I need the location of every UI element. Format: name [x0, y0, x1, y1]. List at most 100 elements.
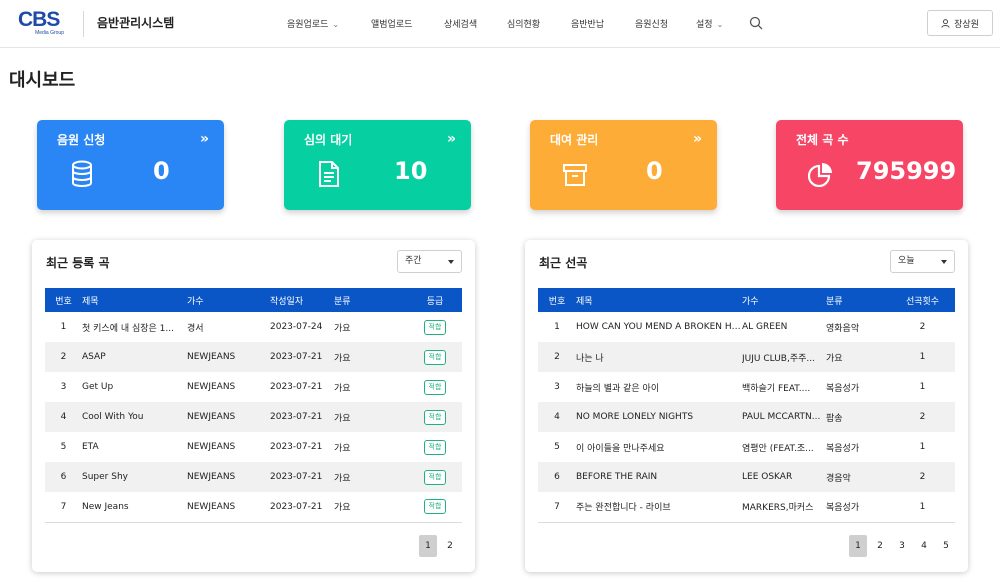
period-select[interactable]: 주간	[397, 250, 462, 273]
nav-label: 심의현황	[507, 20, 541, 30]
table-row[interactable]: 4 Cool With You NEWJEANS 2023-07-21 가요 적…	[45, 402, 462, 432]
cell-genre: 복음성가	[826, 492, 890, 523]
cell-grade: 적합	[408, 492, 462, 523]
grade-badge: 적합	[423, 349, 447, 365]
card-value: 0	[646, 157, 663, 185]
cell-artist: AL GREEN	[742, 322, 788, 332]
chevron-down-icon: ⌄	[332, 20, 340, 29]
period-select[interactable]: 오늘	[890, 250, 955, 273]
header-divider	[83, 11, 84, 37]
search-icon[interactable]	[749, 16, 763, 30]
column-header: 분류	[334, 288, 408, 312]
nav-label: 앨범업로드	[371, 20, 413, 30]
cell-date: 2023-07-21	[270, 442, 323, 452]
page-button[interactable]: 1	[419, 535, 437, 557]
user-icon	[941, 18, 950, 28]
nav-item-detail-search[interactable]: 상세검색	[444, 17, 477, 30]
cell-no: 5	[554, 442, 560, 452]
top-header: CBS Media Group 음반관리시스템 음원업로드 ⌄ 앨범업로드 상세검…	[0, 0, 1000, 48]
nav-item-settings[interactable]: 설정 ⌄	[696, 17, 723, 30]
cell-no: 5	[60, 442, 67, 452]
table-row[interactable]: 1 첫 키스에 내 심장은 1... 경서 2023-07-24 가요 적합	[45, 312, 462, 342]
cell-no: 6	[538, 462, 576, 492]
page-button[interactable]: 4	[915, 535, 933, 557]
caret-down-icon	[941, 260, 947, 264]
column-header: 가수	[187, 288, 270, 312]
nav-item-album-return[interactable]: 음반반납	[571, 17, 604, 30]
column-header: 번호	[45, 288, 82, 312]
card-track-request[interactable]: 음원 신청 » 0	[37, 120, 224, 210]
nav-label: 음원업로드	[287, 20, 329, 30]
double-chevron-right-icon[interactable]: »	[200, 131, 209, 147]
nav-item-review-status[interactable]: 심의현황	[507, 17, 540, 30]
cell-count: 2	[890, 462, 955, 492]
cell-no: 6	[45, 462, 82, 492]
cell-title: ETA	[82, 442, 99, 452]
grade-badge: 적합	[423, 469, 447, 485]
user-name: 장상원	[954, 19, 979, 30]
table-row[interactable]: 6 Super Shy NEWJEANS 2023-07-21 가요 적합	[45, 462, 462, 492]
cell-grade: 적합	[408, 402, 462, 432]
double-chevron-right-icon[interactable]: »	[693, 131, 702, 147]
page-button[interactable]: 3	[893, 535, 911, 557]
database-icon	[72, 160, 92, 187]
cell-no: 7	[45, 492, 82, 523]
column-header: 번호	[538, 288, 576, 312]
table-row[interactable]: 3 Get Up NEWJEANS 2023-07-21 가요 적합	[45, 372, 462, 402]
table-row[interactable]: 5 이 아이들을 만나주세요 염평안 (FEAT.조... 복음성가 1	[538, 432, 955, 462]
panel-title: 최근 선곡	[539, 256, 588, 270]
nav-label: 음반반납	[571, 20, 605, 30]
table-row[interactable]: 4 NO MORE LONELY NIGHTS PAUL MCCARTN... …	[538, 402, 955, 432]
cell-title: Get Up	[82, 382, 114, 392]
archive-box-icon	[563, 164, 587, 186]
table-header-row: 번호 제목 가수 분류 선곡횟수	[538, 288, 955, 312]
nav-label: 상세검색	[444, 20, 478, 30]
chevron-down-icon: ⌄	[716, 20, 724, 29]
cbs-logo[interactable]: CBS Media Group	[18, 9, 64, 39]
table-row[interactable]: 1 HOW CAN YOU MEND A BROKEN HE... AL GRE…	[538, 312, 955, 342]
pagination: 1 2 3 4 5	[845, 535, 955, 557]
document-icon	[319, 161, 339, 187]
cell-no: 1	[554, 322, 560, 332]
cell-artist: JUJU CLUB,주주...	[742, 342, 826, 372]
page-button[interactable]: 2	[441, 535, 459, 557]
user-button[interactable]: 장상원	[927, 10, 993, 36]
nav-item-track-request[interactable]: 음원신청	[635, 17, 668, 30]
cell-count: 2	[919, 322, 926, 332]
table-row[interactable]: 6 BEFORE THE RAIN LEE OSKAR 경음악 2	[538, 462, 955, 492]
page-title: 대시보드	[9, 70, 76, 91]
cell-artist: NEWJEANS	[187, 382, 236, 392]
card-total-tracks: 전체 곡 수 795999	[776, 120, 963, 210]
grade-badge: 적합	[423, 499, 447, 515]
nav-item-upload-album[interactable]: 앨범업로드	[371, 17, 412, 30]
table-row[interactable]: 7 주는 완전합니다 - 라이브 MARKERS,마커스 복음성가 1	[538, 492, 955, 523]
cell-artist: NEWJEANS	[187, 402, 270, 432]
cell-no: 7	[538, 492, 576, 523]
cell-count: 1	[890, 342, 955, 372]
table-row[interactable]: 2 나는 나 JUJU CLUB,주주... 가요 1	[538, 342, 955, 372]
cell-title: Cool With You	[82, 402, 187, 432]
table-row[interactable]: 7 New Jeans NEWJEANS 2023-07-21 가요 적합	[45, 492, 462, 523]
cell-date: 2023-07-21	[270, 462, 334, 492]
cell-title: 하늘의 별과 같은 아이	[576, 383, 660, 394]
cell-title: 주는 완전합니다 - 라이브	[576, 492, 742, 523]
nav-item-upload-track[interactable]: 음원업로드 ⌄	[287, 17, 339, 30]
page-button[interactable]: 5	[937, 535, 955, 557]
system-title[interactable]: 음반관리시스템	[97, 14, 174, 31]
cell-artist: PAUL MCCARTN...	[742, 402, 826, 432]
page-button[interactable]: 2	[871, 535, 889, 557]
page-button[interactable]: 1	[849, 535, 867, 557]
card-review-pending[interactable]: 심의 대기 » 10	[284, 120, 471, 210]
nav-label: 설정	[696, 20, 713, 30]
table-row[interactable]: 2 ASAP NEWJEANS 2023-07-21 가요 적합	[45, 342, 462, 372]
cell-artist: NEWJEANS	[187, 492, 270, 523]
cell-count: 1	[919, 382, 926, 392]
card-title: 심의 대기	[304, 133, 353, 147]
double-chevron-right-icon[interactable]: »	[447, 131, 456, 147]
cell-genre: 가요	[334, 443, 351, 454]
table-row[interactable]: 5 ETA NEWJEANS 2023-07-21 가요 적합	[45, 432, 462, 462]
table-row[interactable]: 3 하늘의 별과 같은 아이 백하슬기 FEAT.... 복음성가 1	[538, 372, 955, 402]
select-value: 오늘	[898, 256, 915, 266]
card-rental-management[interactable]: 대여 관리 » 0	[530, 120, 717, 210]
cell-genre: 가요	[334, 402, 408, 432]
